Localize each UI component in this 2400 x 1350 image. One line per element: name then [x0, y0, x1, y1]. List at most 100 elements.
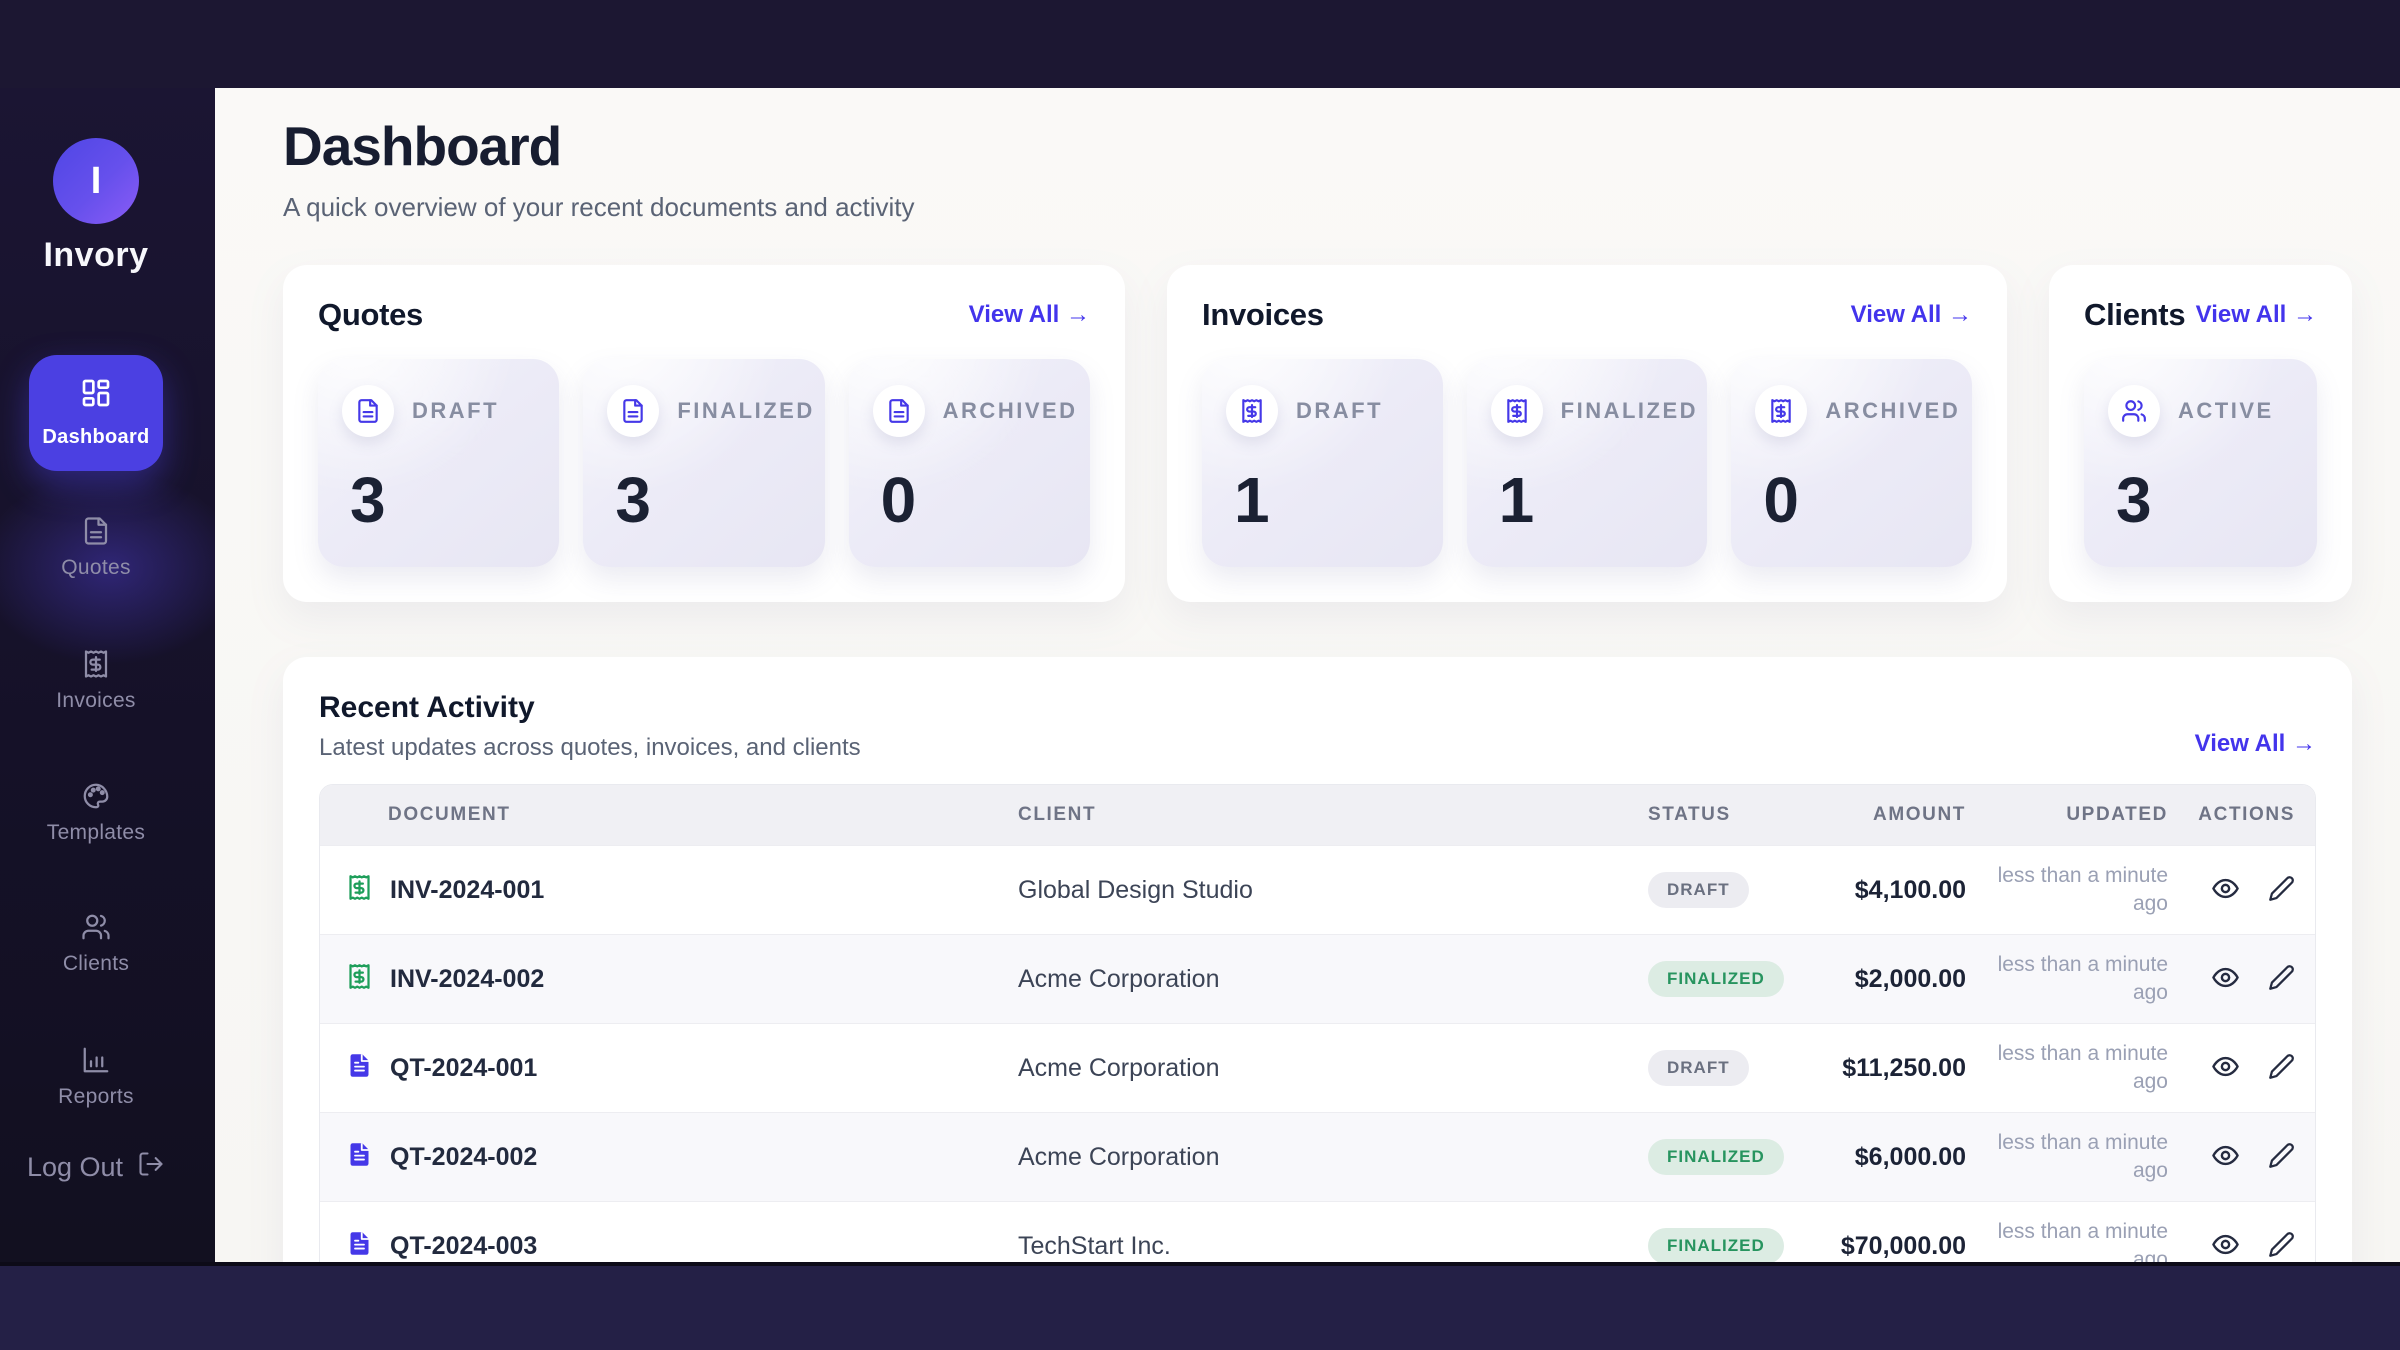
updated-timestamp: less than a minute ago: [1966, 951, 2168, 1008]
clients-view-all-link[interactable]: View All →: [2196, 301, 2317, 329]
eye-icon: [2211, 1052, 2240, 1084]
main-content: Dashboard A quick overview of your recen…: [215, 88, 2400, 1262]
sidebar-item-clients[interactable]: Clients: [0, 912, 192, 976]
stat-tile-quotes-draft: DRAFT 3: [318, 359, 559, 567]
sidebar-item-label: Dashboard: [42, 426, 149, 449]
invoice-receipt-icon: [346, 963, 373, 995]
client-name: Acme Corporation: [1018, 965, 1648, 994]
sidebar-item-label: Invoices: [56, 689, 135, 713]
palette-icon: [81, 781, 111, 811]
stat-tile-quotes-finalized: FINALIZED 3: [583, 359, 824, 567]
page-subtitle: A quick overview of your recent document…: [283, 192, 2352, 223]
view-button[interactable]: [2211, 963, 2240, 995]
receipt-icon: [1226, 385, 1278, 437]
stat-tile-invoices-draft: DRAFT 1: [1202, 359, 1443, 567]
summary-cards-row: Quotes View All → DRAFT 3: [283, 265, 2352, 602]
recent-activity-subtitle: Latest updates across quotes, invoices, …: [319, 734, 2195, 762]
stat-value: 3: [615, 463, 800, 537]
stat-value: 3: [350, 463, 535, 537]
status-badge: DRAFT: [1648, 872, 1749, 908]
stat-tile-invoices-finalized: FINALIZED 1: [1467, 359, 1708, 567]
amount-value: $2,000.00: [1798, 965, 1966, 994]
view-button[interactable]: [2211, 874, 2240, 906]
edit-button[interactable]: [2268, 1053, 2295, 1083]
column-header-actions: ACTIONS: [2168, 804, 2313, 826]
amount-value: $4,100.00: [1798, 876, 1966, 905]
pencil-icon: [2268, 1053, 2295, 1083]
client-name: TechStart Inc.: [1018, 1232, 1648, 1261]
table-row[interactable]: QT-2024-003 TechStart Inc. FINALIZED $70…: [320, 1201, 2315, 1262]
amount-value: $6,000.00: [1798, 1143, 1966, 1172]
quote-document-icon: [346, 1230, 373, 1262]
view-button[interactable]: [2211, 1230, 2240, 1262]
updated-timestamp: less than a minute ago: [1966, 1218, 2168, 1262]
stat-label: DRAFT: [412, 398, 499, 424]
card-title: Quotes: [318, 297, 423, 333]
sidebar-item-dashboard[interactable]: Dashboard: [29, 355, 163, 471]
users-icon: [81, 912, 111, 942]
recent-activity-card: Recent Activity Latest updates across qu…: [283, 657, 2352, 1262]
pencil-icon: [2268, 1142, 2295, 1172]
stat-label: ACTIVE: [2178, 398, 2274, 424]
sidebar-item-templates[interactable]: Templates: [0, 781, 192, 845]
logout-icon: [137, 1150, 165, 1185]
edit-button[interactable]: [2268, 964, 2295, 994]
brand-initial: I: [91, 160, 102, 203]
stat-label: ARCHIVED: [943, 398, 1078, 424]
updated-timestamp: less than a minute ago: [1966, 1040, 2168, 1097]
recent-activity-table: DOCUMENT CLIENT STATUS AMOUNT UPDATED AC…: [319, 784, 2316, 1262]
sidebar: I Invory Dashboard Quotes Invoices T: [0, 88, 215, 1262]
document-id: QT-2024-002: [390, 1143, 537, 1172]
pencil-icon: [2268, 1231, 2295, 1261]
page-title: Dashboard: [283, 114, 2352, 178]
document-id: QT-2024-003: [390, 1232, 537, 1261]
recent-activity-view-all-link[interactable]: View All →: [2195, 730, 2316, 758]
eye-icon: [2211, 874, 2240, 906]
sidebar-item-reports[interactable]: Reports: [0, 1045, 192, 1109]
bottom-band: [0, 1262, 2400, 1350]
table-row[interactable]: INV-2024-002 Acme Corporation FINALIZED …: [320, 934, 2315, 1023]
stat-value: 0: [881, 463, 1066, 537]
table-body: INV-2024-001 Global Design Studio DRAFT …: [320, 845, 2315, 1262]
table-row[interactable]: INV-2024-001 Global Design Studio DRAFT …: [320, 845, 2315, 934]
stat-tile-invoices-archived: ARCHIVED 0: [1731, 359, 1972, 567]
users-icon: [2108, 385, 2160, 437]
column-header-document: DOCUMENT: [320, 804, 1018, 826]
card-title: Invoices: [1202, 297, 1324, 333]
updated-timestamp: less than a minute ago: [1966, 1129, 2168, 1186]
stat-tile-clients-active: ACTIVE 3: [2084, 359, 2317, 567]
stat-label: FINALIZED: [1561, 398, 1698, 424]
view-button[interactable]: [2211, 1141, 2240, 1173]
column-header-client: CLIENT: [1018, 804, 1648, 826]
clients-summary-card: Clients View All → ACTIVE 3: [2049, 265, 2352, 602]
invoices-view-all-link[interactable]: View All →: [1851, 301, 1972, 329]
sidebar-item-quotes[interactable]: Quotes: [0, 516, 192, 580]
status-badge: FINALIZED: [1648, 1139, 1784, 1175]
app-root: I Invory Dashboard Quotes Invoices T: [0, 0, 2400, 1350]
bar-chart-icon: [81, 1045, 111, 1075]
quotes-view-all-link[interactable]: View All →: [969, 301, 1090, 329]
edit-button[interactable]: [2268, 1142, 2295, 1172]
client-name: Acme Corporation: [1018, 1054, 1648, 1083]
sidebar-item-label: Clients: [63, 952, 129, 976]
view-button[interactable]: [2211, 1052, 2240, 1084]
edit-button[interactable]: [2268, 875, 2295, 905]
quotes-summary-card: Quotes View All → DRAFT 3: [283, 265, 1125, 602]
file-text-icon: [342, 385, 394, 437]
client-name: Global Design Studio: [1018, 876, 1648, 905]
document-id: INV-2024-001: [390, 876, 544, 905]
recent-activity-title: Recent Activity: [319, 691, 2195, 725]
edit-button[interactable]: [2268, 1231, 2295, 1261]
table-row[interactable]: QT-2024-002 Acme Corporation FINALIZED $…: [320, 1112, 2315, 1201]
eye-icon: [2211, 1230, 2240, 1262]
table-header-row: DOCUMENT CLIENT STATUS AMOUNT UPDATED AC…: [320, 785, 2315, 845]
stat-value: 1: [1499, 463, 1684, 537]
table-row[interactable]: QT-2024-001 Acme Corporation DRAFT $11,2…: [320, 1023, 2315, 1112]
amount-value: $11,250.00: [1798, 1054, 1966, 1083]
client-name: Acme Corporation: [1018, 1143, 1648, 1172]
sidebar-item-label: Quotes: [61, 556, 131, 580]
logout-button[interactable]: Log Out: [0, 1150, 192, 1185]
sidebar-item-invoices[interactable]: Invoices: [0, 649, 192, 713]
stat-value: 3: [2116, 463, 2293, 537]
receipt-icon: [1755, 385, 1807, 437]
